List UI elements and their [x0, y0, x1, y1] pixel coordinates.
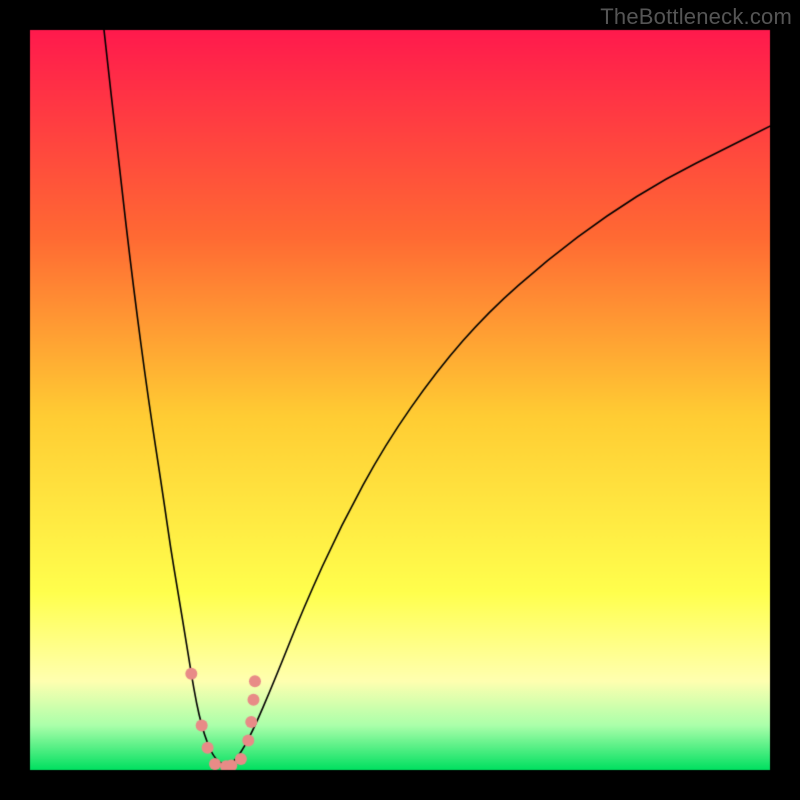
- bottleneck-curve-plot: [0, 0, 800, 800]
- chart-container: TheBottleneck.com: [0, 0, 800, 800]
- watermark-label: TheBottleneck.com: [600, 4, 792, 30]
